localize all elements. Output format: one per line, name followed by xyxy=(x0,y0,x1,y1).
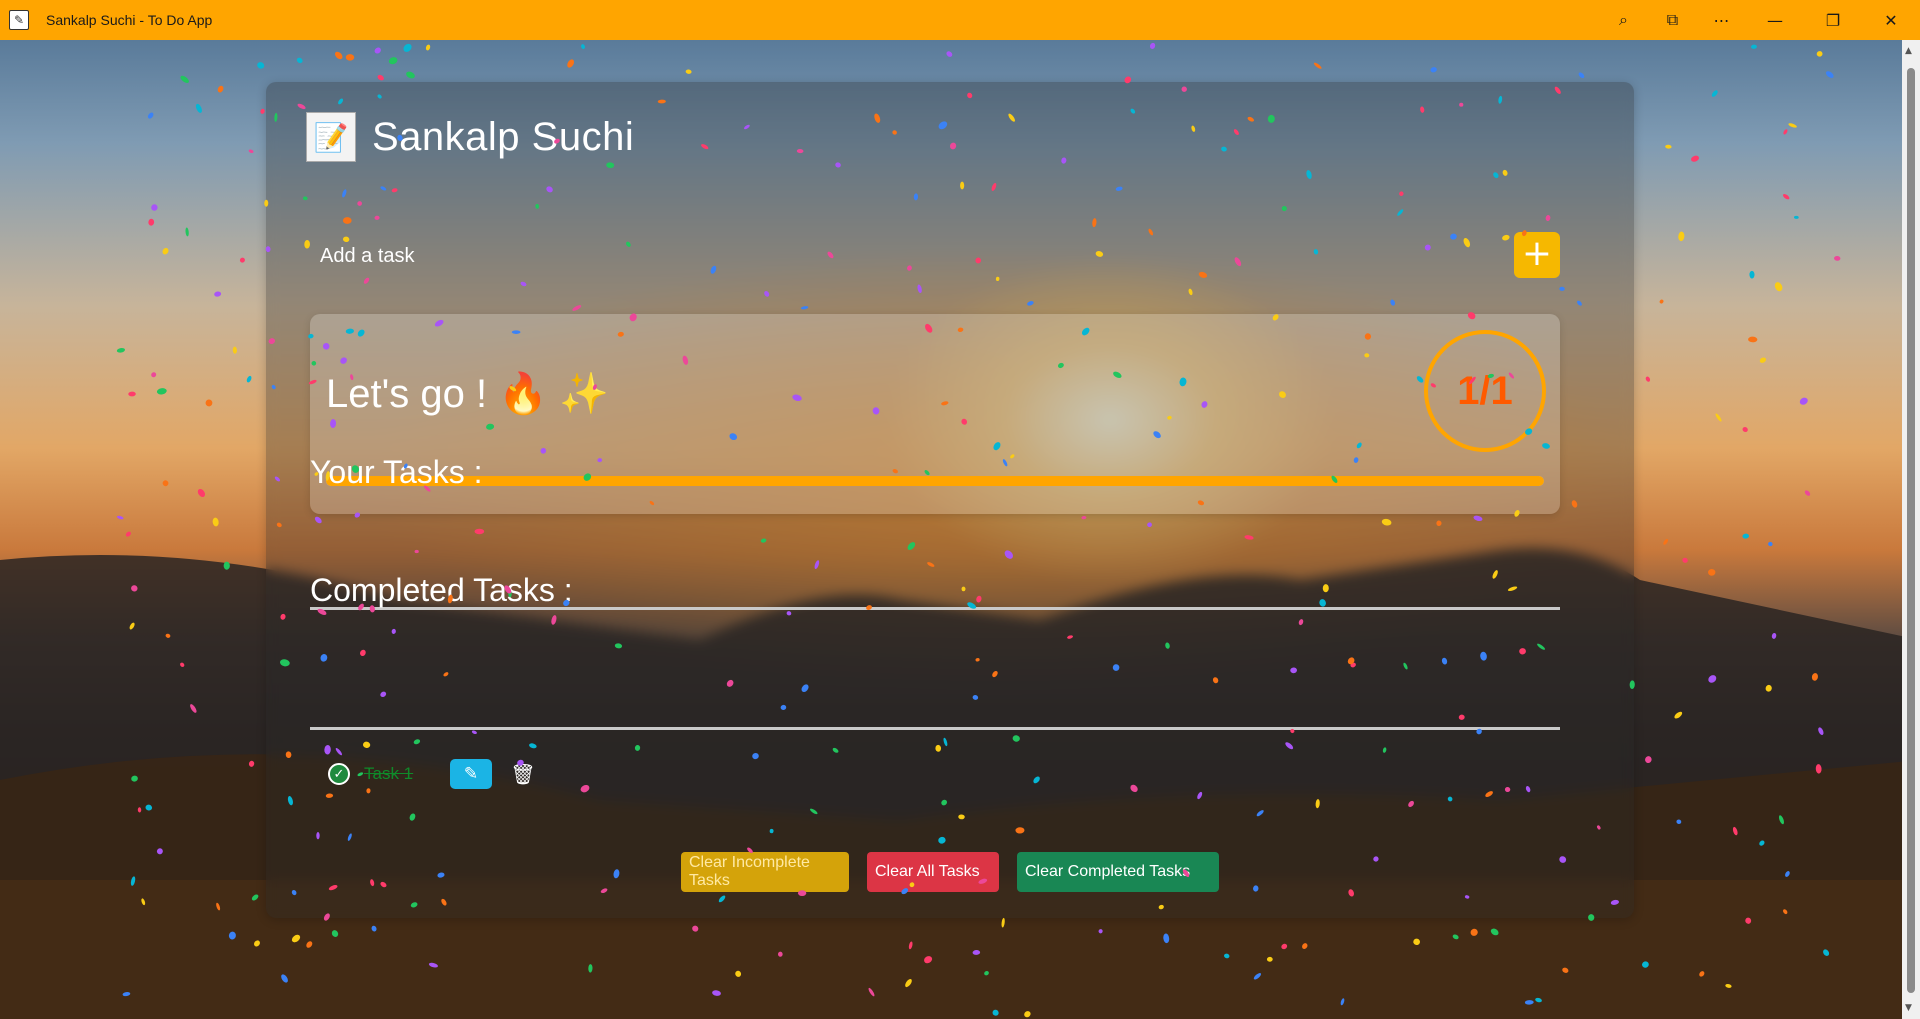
clipboard-icon: 📝 xyxy=(306,112,356,162)
task-input[interactable] xyxy=(306,232,1522,280)
todo-card: 📝 Sankalp Suchi + Let's go ! 🔥 ✨ 1/1 You… xyxy=(266,82,1634,918)
clear-all-button[interactable]: Clear All Tasks xyxy=(867,852,999,892)
brand-title: Sankalp Suchi xyxy=(372,114,635,159)
add-task-row: + xyxy=(306,232,1568,280)
scroll-thumb[interactable] xyxy=(1907,68,1915,993)
zoom-icon[interactable]: ⌕ xyxy=(1599,0,1648,40)
progress-count: 1/1 xyxy=(1457,368,1513,413)
scrollbar[interactable]: ▲ ▼ xyxy=(1902,40,1920,1019)
restore-icon[interactable]: ❐ xyxy=(1804,0,1862,40)
notepad-icon: ✎ xyxy=(9,10,29,30)
window-titlebar: ✎ Sankalp Suchi - To Do App ⌕ ⧉ ⋯ — ❐ ✕ xyxy=(0,0,1920,40)
more-icon[interactable]: ⋯ xyxy=(1697,0,1746,40)
completed-tasks-divider xyxy=(310,727,1560,730)
check-circle-icon[interactable]: ✓ xyxy=(328,763,350,785)
trash-icon: 🗑 xyxy=(510,762,536,786)
bulk-actions: Clear Incomplete Tasks Clear All Tasks C… xyxy=(266,852,1634,892)
split-icon[interactable]: ⧉ xyxy=(1648,0,1697,40)
edit-task-button[interactable]: ✎ xyxy=(450,759,492,789)
clear-completed-button[interactable]: Clear Completed Tasks xyxy=(1017,852,1219,892)
delete-task-button[interactable]: 🗑 xyxy=(508,759,538,789)
progress-card: Let's go ! 🔥 ✨ 1/1 xyxy=(310,314,1560,514)
progress-message: Let's go ! 🔥 ✨ xyxy=(326,372,609,416)
scroll-down-icon[interactable]: ▼ xyxy=(1905,1003,1912,1013)
task-text: Task 1 xyxy=(364,764,414,783)
add-task-button[interactable]: + xyxy=(1514,232,1560,278)
scroll-up-icon[interactable]: ▲ xyxy=(1905,46,1912,56)
clear-incomplete-button[interactable]: Clear Incomplete Tasks xyxy=(681,852,849,892)
minimize-icon[interactable]: — xyxy=(1746,0,1804,40)
your-tasks-heading: Your Tasks : xyxy=(310,454,483,490)
window-title: Sankalp Suchi - To Do App xyxy=(46,12,213,28)
edit-icon: ✎ xyxy=(463,764,479,784)
completed-tasks-heading: Completed Tasks : xyxy=(310,572,573,608)
completed-task-row: ✓ Task 1 ✎ 🗑 xyxy=(328,759,538,789)
brand: 📝 Sankalp Suchi xyxy=(306,112,634,162)
close-icon[interactable]: ✕ xyxy=(1862,0,1920,40)
progress-ring: 1/1 xyxy=(1424,330,1546,452)
progress-bar xyxy=(326,476,1544,486)
progress-bar-fill xyxy=(326,476,1544,486)
